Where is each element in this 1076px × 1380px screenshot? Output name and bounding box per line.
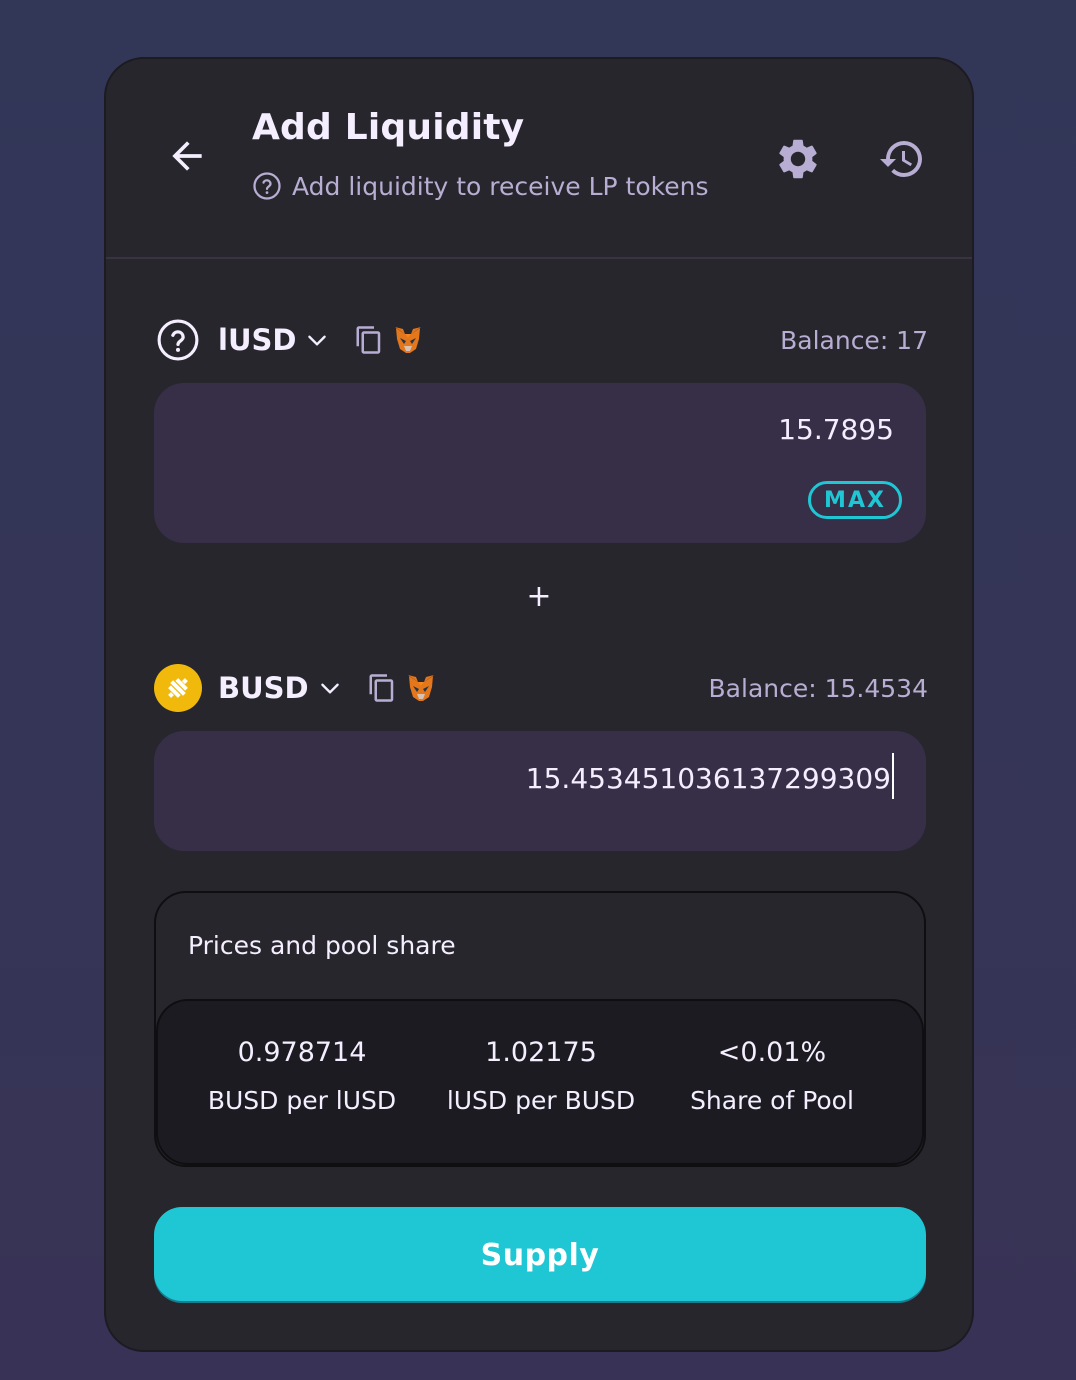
copy-icon[interactable] bbox=[354, 325, 384, 355]
stat-lusd-per-busd: 1.02175 lUSD per BUSD bbox=[421, 1037, 661, 1115]
subtitle-text: Add liquidity to receive LP tokens bbox=[292, 171, 709, 201]
prices-pool-share-card: Prices and pool share 0.978714 BUSD per … bbox=[154, 891, 926, 1167]
stat-share-of-pool: <0.01% Share of Pool bbox=[652, 1037, 892, 1115]
arrow-left-icon bbox=[172, 141, 202, 171]
text-caret bbox=[892, 753, 894, 799]
gear-icon bbox=[779, 139, 817, 179]
back-button[interactable] bbox=[162, 131, 212, 181]
token-b-select[interactable]: BUSD bbox=[218, 671, 309, 705]
stat-value: 0.978714 bbox=[237, 1037, 367, 1068]
token-a-amount[interactable]: 15.7895 bbox=[778, 413, 894, 446]
question-circle-icon bbox=[154, 316, 202, 364]
token-b-row: BUSD Balance: 15.4534 bbox=[154, 663, 928, 713]
busd-logo-icon bbox=[154, 664, 202, 712]
stat-label: Share of Pool bbox=[690, 1086, 854, 1115]
metamask-fox-icon[interactable] bbox=[392, 324, 424, 356]
supply-button[interactable]: Supply bbox=[154, 1207, 926, 1303]
stat-label: BUSD per lUSD bbox=[207, 1086, 397, 1115]
token-b-amount-wrap[interactable]: 15.453451036137299309 bbox=[526, 753, 894, 799]
token-b-balance: Balance: 15.4534 bbox=[708, 673, 928, 703]
card-header: Add Liquidity Add liquidity to receive L… bbox=[106, 59, 972, 259]
token-a-row: lUSD Balance: 17 bbox=[154, 315, 928, 365]
stat-value: 1.02175 bbox=[485, 1037, 597, 1068]
token-b-amount[interactable]: 15.453451036137299309 bbox=[526, 762, 891, 795]
page-subtitle: Add liquidity to receive LP tokens bbox=[252, 171, 709, 201]
copy-icon[interactable] bbox=[367, 673, 397, 703]
history-icon bbox=[880, 141, 922, 178]
page-title: Add Liquidity bbox=[252, 107, 525, 148]
max-button[interactable]: MAX bbox=[808, 481, 902, 519]
chevron-down-icon[interactable] bbox=[304, 327, 330, 353]
settings-button[interactable] bbox=[774, 135, 822, 183]
token-a-balance: Balance: 17 bbox=[780, 325, 928, 355]
metamask-fox-icon[interactable] bbox=[405, 672, 437, 704]
add-liquidity-card: Add Liquidity Add liquidity to receive L… bbox=[104, 57, 974, 1352]
plus-separator: + bbox=[526, 579, 552, 614]
pool-stats: 0.978714 BUSD per lUSD 1.02175 lUSD per … bbox=[156, 999, 924, 1165]
token-a-select[interactable]: lUSD bbox=[218, 323, 296, 357]
chevron-down-icon[interactable] bbox=[317, 675, 343, 701]
token-b-input[interactable]: 15.453451036137299309 bbox=[154, 731, 926, 851]
pool-share-title: Prices and pool share bbox=[188, 931, 456, 960]
stat-value: <0.01% bbox=[717, 1037, 827, 1068]
stat-busd-per-lusd: 0.978714 BUSD per lUSD bbox=[182, 1037, 422, 1115]
token-a-input[interactable]: 15.7895 MAX bbox=[154, 383, 926, 543]
help-circle-icon[interactable] bbox=[252, 171, 282, 201]
stat-label: lUSD per BUSD bbox=[446, 1086, 636, 1115]
history-button[interactable] bbox=[878, 135, 926, 183]
